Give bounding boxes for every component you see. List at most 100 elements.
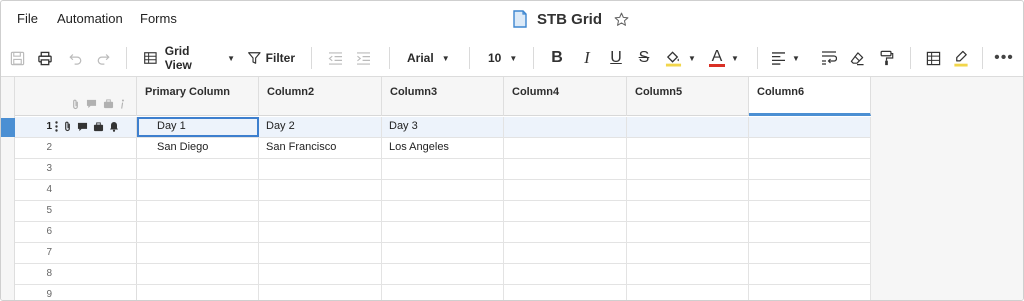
table-cell[interactable] [382,285,504,300]
table-row[interactable]: 3 [15,159,871,180]
table-cell[interactable] [749,264,871,284]
menu-automation[interactable]: Automation [57,11,123,26]
row-header[interactable]: 5 [15,201,137,221]
primary-cell[interactable] [137,159,259,179]
table-cell[interactable] [259,264,382,284]
table-cell[interactable] [504,138,627,158]
table-cell[interactable] [504,201,627,221]
primary-cell[interactable] [137,201,259,221]
primary-cell[interactable] [137,243,259,263]
table-cell[interactable] [259,159,382,179]
table-cell[interactable] [259,285,382,300]
table-row[interactable]: 7 [15,243,871,264]
row-header[interactable]: 3 [15,159,137,179]
table-cell[interactable]: Day 2 [259,117,382,137]
row-header[interactable]: 2 [15,138,137,158]
table-row[interactable]: 9 [15,285,871,300]
proof-icon[interactable] [93,121,104,132]
primary-cell[interactable]: Day 1 [137,117,259,137]
filter-button[interactable]: Filter [247,47,295,69]
primary-cell[interactable]: San Diego [137,138,259,158]
table-icon[interactable] [923,47,943,69]
highlight-icon[interactable] [951,47,971,69]
table-cell[interactable] [749,117,871,137]
table-row[interactable]: 5 [15,201,871,222]
redo-icon[interactable] [93,47,113,69]
table-row[interactable]: 6 [15,222,871,243]
row-header[interactable]: 6 [15,222,137,242]
decrease-indent-icon[interactable] [325,47,345,69]
row-header[interactable]: 9 [15,285,137,300]
table-cell[interactable]: Day 3 [382,117,504,137]
table-cell[interactable] [382,222,504,242]
row-header[interactable]: 8 [15,264,137,284]
table-cell[interactable] [627,201,749,221]
bold-button[interactable]: B [548,47,566,69]
bell-icon[interactable] [109,121,119,132]
row-header[interactable]: 7 [15,243,137,263]
table-cell[interactable] [749,138,871,158]
table-cell[interactable] [504,180,627,200]
primary-cell[interactable] [137,222,259,242]
table-cell[interactable] [504,264,627,284]
column-header-6[interactable]: Column6 [749,77,871,116]
column-header-5[interactable]: Column5 [627,77,749,116]
increase-indent-icon[interactable] [353,47,373,69]
table-cell[interactable] [749,201,871,221]
column-header-2[interactable]: Column2 [259,77,382,116]
font-size-dropdown[interactable]: 10 ▼ [488,47,522,69]
more-options-button[interactable]: ••• [991,47,1017,69]
column-header-3[interactable]: Column3 [382,77,504,116]
fill-color-dropdown[interactable]: ▼ [665,47,699,69]
print-icon[interactable] [35,47,55,69]
table-row[interactable]: 4 [15,180,871,201]
table-cell[interactable] [749,222,871,242]
table-cell[interactable] [382,201,504,221]
column-header-4[interactable]: Column4 [504,77,627,116]
table-cell[interactable] [749,285,871,300]
table-cell[interactable] [382,180,504,200]
table-cell[interactable] [382,159,504,179]
table-row[interactable]: 2 San Diego San Francisco Los Angeles [15,138,871,159]
table-cell[interactable] [504,222,627,242]
table-cell[interactable] [504,243,627,263]
primary-cell[interactable] [137,264,259,284]
table-cell[interactable] [749,159,871,179]
table-cell[interactable] [627,180,749,200]
table-cell[interactable] [627,222,749,242]
table-cell[interactable] [749,243,871,263]
table-cell[interactable] [504,285,627,300]
table-cell[interactable] [382,243,504,263]
underline-button[interactable]: U [607,47,625,69]
table-cell[interactable] [259,243,382,263]
clear-format-icon[interactable] [847,47,867,69]
document-title[interactable]: STB Grid [537,11,602,28]
wrap-text-icon[interactable] [819,47,839,69]
save-icon[interactable] [7,47,27,69]
attachment-icon[interactable] [63,121,72,132]
table-row[interactable]: 1 Day 1 Day 2 Day 3 [15,117,871,138]
table-cell[interactable] [259,201,382,221]
table-cell[interactable] [504,117,627,137]
table-cell[interactable] [504,159,627,179]
table-cell[interactable] [627,264,749,284]
table-row[interactable]: 8 [15,264,871,285]
menu-forms[interactable]: Forms [140,11,177,26]
table-cell[interactable] [627,117,749,137]
grid-view-dropdown[interactable]: Grid View ▼ [143,44,235,72]
font-family-dropdown[interactable]: Arial ▼ [407,47,455,69]
table-cell[interactable] [259,180,382,200]
table-cell[interactable] [627,285,749,300]
table-cell[interactable]: Los Angeles [382,138,504,158]
menu-file[interactable]: File [17,11,38,26]
primary-cell[interactable] [137,180,259,200]
primary-cell[interactable] [137,285,259,300]
strikethrough-button[interactable]: S [635,47,653,69]
text-color-dropdown[interactable]: A ▼ [709,47,743,69]
format-painter-icon[interactable] [876,47,896,69]
undo-icon[interactable] [65,47,85,69]
italic-button[interactable]: I [578,47,596,69]
star-icon[interactable] [613,11,630,28]
table-cell[interactable] [627,159,749,179]
row-header[interactable]: 4 [15,180,137,200]
